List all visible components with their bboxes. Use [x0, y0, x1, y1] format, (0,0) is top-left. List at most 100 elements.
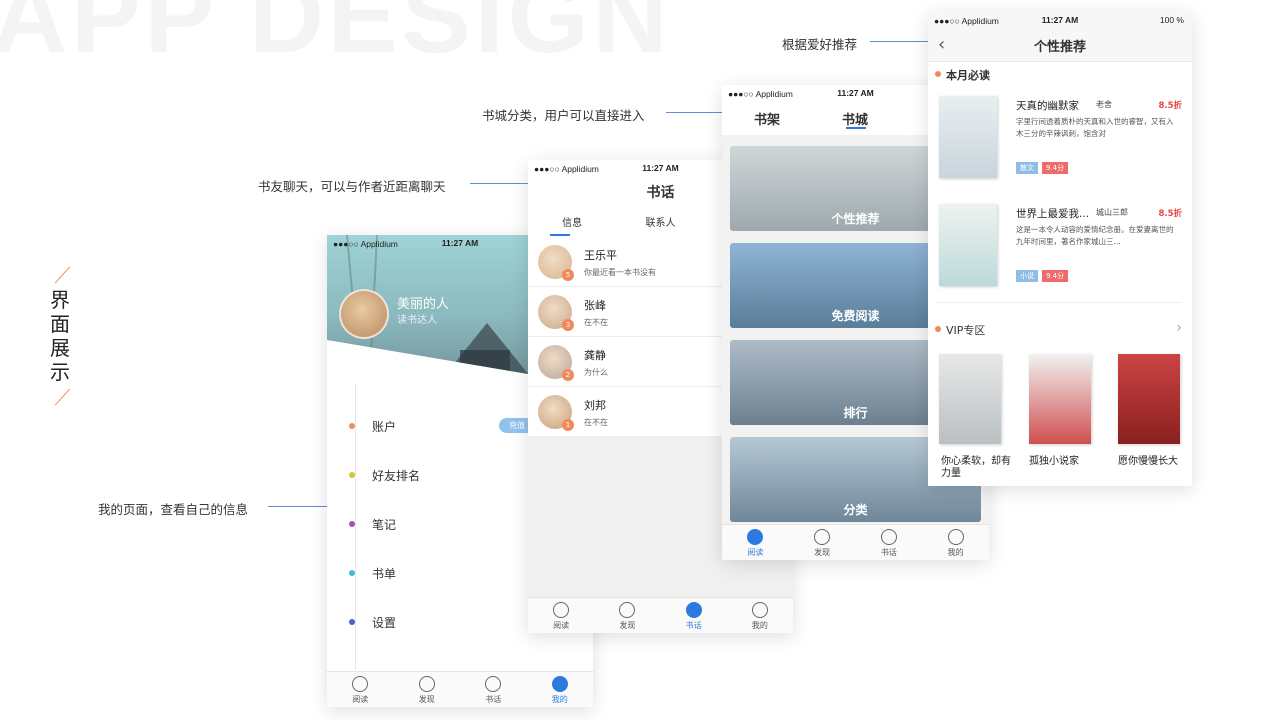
callout-store: 书城分类，用户可以直接进入	[482, 108, 645, 123]
vip-book-title: 孤独小说家	[1029, 456, 1079, 467]
last-message: 在不在	[584, 418, 608, 427]
book-author: 老舍	[1096, 100, 1112, 109]
unread-badge: 1	[562, 419, 574, 431]
book-desc: 这是一本令人动容的爱情纪念册。在爱妻离世的九年时间里，著名作家城山三...	[1016, 225, 1174, 246]
vip-book[interactable]: 孤独小说家	[1027, 352, 1097, 482]
tab-item[interactable]: 我的	[727, 598, 793, 633]
chat-tab[interactable]: 信息	[528, 214, 616, 236]
chat-icon	[685, 602, 702, 618]
recommend-screen: ●●●○○ Applidium 11:27 AM 100 % ‹ 个性推荐 本月…	[928, 12, 1192, 486]
tab-label: 发现	[619, 621, 636, 630]
menu-label: 设置	[372, 616, 397, 630]
tab-indicator	[550, 234, 570, 236]
book-item[interactable]: 世界上最爱我... 城山三郎 8.5折 这是一本令人动容的爱情纪念册。在爱妻离世的九年…	[928, 202, 1192, 298]
divider	[936, 302, 1182, 303]
callout-line-recommend	[870, 41, 928, 42]
profile-name: 美丽的人	[397, 297, 450, 312]
contact-name: 王乐平	[584, 249, 617, 262]
book-cover	[1029, 354, 1091, 444]
book-icon	[553, 602, 570, 618]
eye-icon	[814, 529, 831, 545]
tab-item[interactable]: 书话	[460, 672, 527, 707]
book-desc: 字里行间透着质朴的天真和入世的睿智，又有入木三分的辛辣讽刺，饱含对	[1016, 117, 1174, 138]
last-message: 为什么	[584, 368, 608, 377]
tab-label: 阅读	[747, 548, 764, 557]
tab-item[interactable]: 阅读	[327, 672, 394, 707]
tab-bar: 阅读 发现 书话 我的	[528, 597, 793, 633]
unread-badge: 5	[562, 269, 574, 281]
vip-book-title: 你心柔软，却有力量	[941, 456, 1011, 479]
chat-tab[interactable]: 联系人	[616, 214, 704, 236]
title-slash-top	[54, 266, 71, 284]
vip-book[interactable]: 愿你慢慢长大	[1116, 352, 1186, 482]
tab-item[interactable]: 书话	[856, 525, 923, 560]
genre-tag: 散文	[1016, 162, 1038, 174]
tab-label: 发现	[418, 695, 435, 704]
status-bar: ●●●○○ Applidium 11:27 AM 100 %	[934, 15, 1184, 26]
user-icon	[551, 676, 568, 692]
menu-dot	[349, 570, 355, 576]
tab-indicator	[846, 127, 866, 129]
score-tag: 9.4分	[1042, 270, 1069, 282]
chat-icon	[880, 529, 897, 545]
callout-chat: 书友聊天，可以与作者近距离聊天	[258, 179, 446, 194]
book-title: 天真的幽默家	[1016, 100, 1079, 112]
user-icon	[947, 529, 964, 545]
menu-dot	[349, 423, 355, 429]
callout-profile: 我的页面，查看自己的信息	[98, 502, 249, 517]
tab-bookstore[interactable]: 书城	[842, 109, 868, 128]
menu-dot	[349, 619, 355, 625]
category-label: 分类	[843, 503, 868, 517]
page-title: 个性推荐	[1033, 40, 1086, 55]
callout-recommend: 根据爱好推荐	[782, 37, 858, 52]
contact-name: 张峰	[584, 299, 606, 312]
tab-item[interactable]: 我的	[527, 672, 594, 707]
tab-bar: 阅读 发现 书话 我的	[722, 524, 989, 560]
callout-line-chat	[470, 183, 530, 184]
avatar[interactable]	[339, 289, 389, 339]
tab-label: 阅读	[553, 621, 570, 630]
tab-label: 书话	[880, 548, 897, 557]
chat-icon	[485, 676, 502, 692]
last-message: 你最近看一本书没有	[584, 268, 656, 277]
book-title: 世界上最爱我...	[1016, 208, 1090, 220]
unread-badge: 3	[562, 319, 574, 331]
profile-subtitle: 读书达人	[397, 315, 437, 326]
last-message: 在不在	[584, 318, 608, 327]
eye-icon	[418, 676, 435, 692]
tab-label: 我的	[551, 695, 568, 704]
tab-bar: 阅读 发现 书话 我的	[327, 671, 593, 707]
tab-label: 发现	[814, 548, 831, 557]
tab-item[interactable]: 阅读	[722, 525, 789, 560]
monthly-heading: 本月必读	[946, 69, 990, 82]
menu-label: 好友排名	[372, 469, 421, 483]
vip-heading: VIP专区	[946, 324, 986, 337]
book-discount: 8.5折	[1158, 101, 1182, 111]
contact-name: 龚静	[584, 349, 606, 362]
callout-line-profile	[268, 506, 328, 507]
genre-tag: 小说	[1016, 270, 1038, 282]
book-icon	[747, 529, 764, 545]
book-author: 城山三郎	[1096, 208, 1128, 217]
tab-label: 书话	[685, 621, 702, 630]
menu-dot	[349, 472, 355, 478]
tab-item[interactable]: 发现	[789, 525, 856, 560]
section-title: 界面展示	[50, 288, 70, 384]
section-dot	[935, 326, 941, 332]
tab-item[interactable]: 阅读	[528, 598, 594, 633]
tab-item[interactable]: 书话	[661, 598, 727, 633]
tab-bookshelf[interactable]: 书架	[754, 109, 780, 128]
chevron-right-icon[interactable]: ›	[1176, 320, 1182, 336]
score-tag: 9.4分	[1042, 162, 1069, 174]
vip-book-title: 愿你慢慢长大	[1118, 456, 1178, 467]
tab-label: 我的	[751, 621, 768, 630]
book-item[interactable]: 天真的幽默家 老舍 8.5折字里行间透着质朴的天真和入世的睿智，又有入木三分的辛辣讽…	[928, 94, 1192, 190]
background-title: APP DESIGN	[0, 0, 672, 75]
menu-label: 书单	[372, 567, 397, 581]
tab-item[interactable]: 我的	[922, 525, 989, 560]
callout-line-store	[666, 112, 724, 113]
tab-item[interactable]: 发现	[594, 598, 660, 633]
title-slash-bottom	[54, 388, 71, 406]
vip-book[interactable]: 你心柔软，却有力量	[939, 352, 1011, 482]
tab-item[interactable]: 发现	[394, 672, 461, 707]
